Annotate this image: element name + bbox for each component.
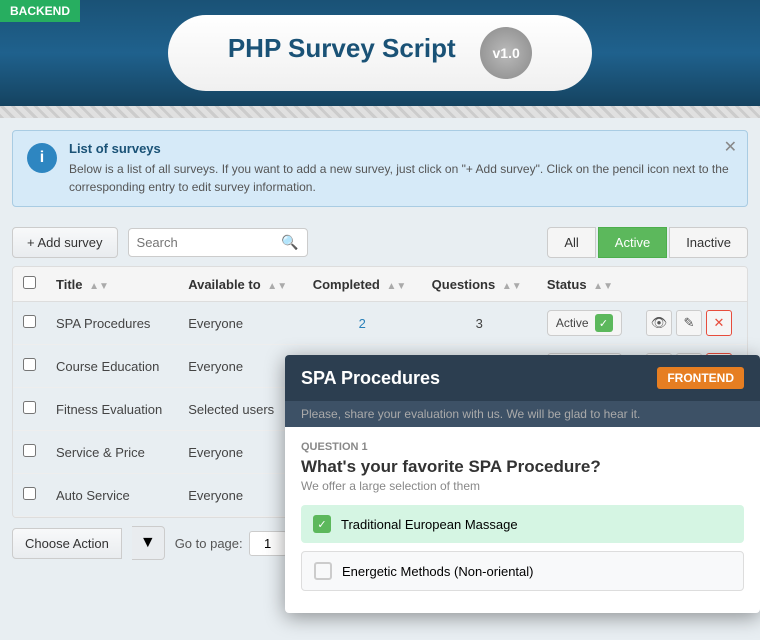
view-icon-1[interactable]: 👁 [646, 310, 672, 336]
row-checkbox-1[interactable] [23, 315, 36, 328]
search-box: 🔍 [128, 228, 308, 257]
frontend-badge: FRONTEND [657, 367, 744, 389]
row-title-2: Course Education [46, 345, 178, 388]
toolbar: + Add survey 🔍 All Active Inactive [0, 219, 760, 266]
option-row-1[interactable]: ✓ Traditional European Massage [301, 505, 744, 543]
modal-subheader: Please, share your evaluation with us. W… [285, 401, 760, 427]
header-pill: PHP Survey Script v1.0 [168, 15, 592, 91]
go-to-page-label: Go to page: [175, 536, 243, 551]
search-input[interactable] [137, 235, 282, 250]
question-title: What's your favorite SPA Procedure? [301, 457, 744, 477]
status-check-icon-1: ✓ [595, 314, 613, 332]
modal-body: QUESTION 1 What's your favorite SPA Proc… [285, 427, 760, 613]
stripe-divider [0, 106, 760, 118]
row-checkbox-2[interactable] [23, 358, 36, 371]
app-title: PHP Survey Script [228, 33, 456, 63]
edit-icon-1[interactable]: ✎ [676, 310, 702, 336]
row-questions-1: 3 [422, 302, 537, 345]
row-available-1: Everyone [178, 302, 303, 345]
question-number: QUESTION 1 [301, 441, 744, 453]
modal-header: SPA Procedures FRONTEND [285, 355, 760, 401]
select-all-checkbox[interactable] [23, 276, 36, 289]
row-checkbox-4[interactable] [23, 444, 36, 457]
row-completed-1: 2 [303, 302, 422, 345]
info-heading: List of surveys [69, 141, 733, 156]
option-text-2: Energetic Methods (Non-oriental) [342, 564, 533, 579]
row-status-1: Active ✓ [537, 302, 636, 345]
choose-action-button[interactable]: Choose Action [12, 528, 122, 559]
filter-buttons: All Active Inactive [547, 227, 748, 258]
table-header-row: Title ▲▼ Available to ▲▼ Completed ▲▼ Qu… [13, 267, 747, 302]
col-title[interactable]: Title ▲▼ [46, 267, 178, 302]
col-available[interactable]: Available to ▲▼ [178, 267, 303, 302]
row-title-3: Fitness Evaluation [46, 388, 178, 431]
backend-badge: BACKEND [0, 0, 80, 22]
filter-active-button[interactable]: Active [598, 227, 667, 258]
checkbox-unchecked-icon-2 [314, 562, 332, 580]
option-text-1: Traditional European Massage [341, 517, 518, 532]
col-questions[interactable]: Questions ▲▼ [422, 267, 537, 302]
row-checkbox-3[interactable] [23, 401, 36, 414]
row-checkbox-5[interactable] [23, 487, 36, 500]
info-text-block: List of surveys Below is a list of all s… [69, 141, 733, 196]
modal-title: SPA Procedures [301, 368, 440, 389]
search-icon: 🔍 [281, 234, 298, 251]
add-survey-button[interactable]: + Add survey [12, 227, 118, 258]
row-title-1: SPA Procedures [46, 302, 178, 345]
row-title-4: Service & Price [46, 431, 178, 474]
col-status[interactable]: Status ▲▼ [537, 267, 636, 302]
survey-modal: SPA Procedures FRONTEND Please, share yo… [285, 355, 760, 613]
info-body: Below is a list of all surveys. If you w… [69, 160, 733, 196]
status-text-1: Active [556, 316, 589, 330]
question-desc: We offer a large selection of them [301, 479, 744, 493]
col-completed[interactable]: Completed ▲▼ [303, 267, 422, 302]
modal-subtitle: Please, share your evaluation with us. W… [301, 407, 640, 421]
row-title-5: Auto Service [46, 474, 178, 517]
table-row: SPA Procedures Everyone 2 3 Active ✓ 👁 ✎… [13, 302, 747, 345]
filter-all-button[interactable]: All [547, 227, 595, 258]
version-badge: v1.0 [480, 27, 532, 79]
info-icon: i [27, 143, 57, 173]
page-nav: Go to page: 1 1 [175, 531, 300, 556]
option-row-2[interactable]: Energetic Methods (Non-oriental) [301, 551, 744, 591]
header: BACKEND PHP Survey Script v1.0 [0, 0, 760, 106]
info-box: i List of surveys Below is a list of all… [12, 130, 748, 207]
info-close-icon[interactable]: ✕ [724, 137, 737, 157]
checkbox-checked-icon-1: ✓ [313, 515, 331, 533]
action-icons-1: 👁 ✎ ✕ [646, 310, 737, 336]
page-input[interactable]: 1 [249, 531, 287, 556]
action-caret[interactable]: ▼ [132, 526, 165, 560]
filter-inactive-button[interactable]: Inactive [669, 227, 748, 258]
delete-icon-1[interactable]: ✕ [706, 310, 732, 336]
